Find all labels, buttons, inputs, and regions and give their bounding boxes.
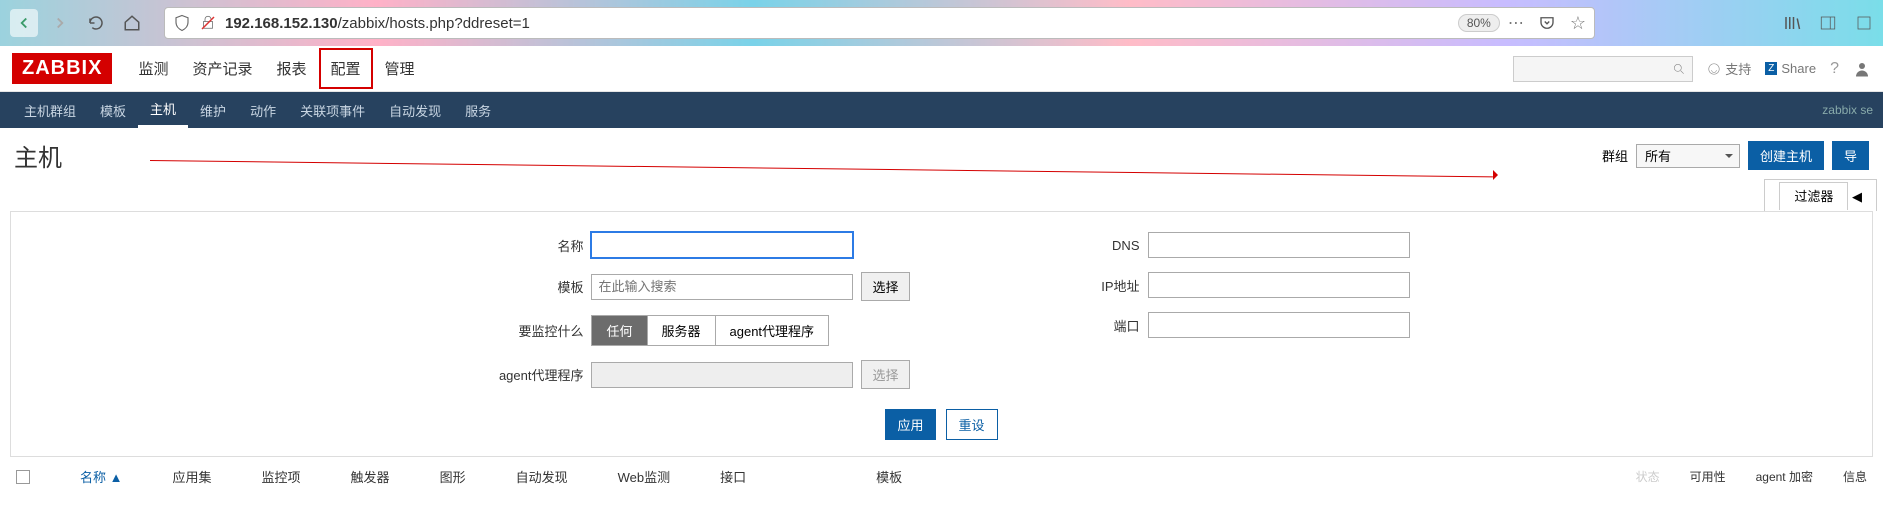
col-info[interactable]: 信息 — [1843, 468, 1867, 485]
reload-button[interactable] — [82, 9, 110, 37]
bookmark-star-icon[interactable]: ☆ — [1570, 13, 1586, 34]
port-input[interactable] — [1148, 312, 1410, 338]
dns-input[interactable] — [1148, 232, 1410, 258]
home-button[interactable] — [118, 9, 146, 37]
table-header: 名称 ▲ 应用集 监控项 触发器 图形 自动发现 Web监测 接口 模板 状态 … — [0, 457, 1883, 490]
monitor-label: 要监控什么 — [473, 321, 583, 340]
import-button[interactable]: 导 — [1832, 141, 1869, 170]
col-encryption[interactable]: agent 加密 — [1756, 468, 1813, 485]
support-link[interactable]: 支持 — [1707, 59, 1751, 78]
subnav-discovery[interactable]: 自动发现 — [377, 92, 453, 128]
reset-button[interactable]: 重设 — [946, 409, 998, 440]
insecure-icon — [199, 14, 217, 32]
library-icon[interactable] — [1783, 14, 1801, 32]
filter-panel: 名称 模板 选择 要监控什么 任何 服务器 agent代理程序 agent代理程… — [10, 211, 1873, 457]
server-name: zabbix se — [1822, 103, 1873, 117]
filter-tab-row: 过滤器 ◀ — [0, 179, 1883, 211]
group-select[interactable]: 所有 — [1636, 144, 1740, 168]
name-label: 名称 — [473, 236, 583, 255]
subnav-actions[interactable]: 动作 — [238, 92, 288, 128]
monitor-segment: 任何 服务器 agent代理程序 — [591, 315, 829, 346]
proxy-input — [591, 362, 853, 388]
col-templates[interactable]: 模板 — [876, 467, 902, 486]
ip-input[interactable] — [1148, 272, 1410, 298]
extensions-icon[interactable] — [1855, 14, 1873, 32]
subnav-hosts[interactable]: 主机 — [138, 92, 188, 128]
user-icon[interactable] — [1853, 60, 1871, 78]
proxy-select-button: 选择 — [861, 360, 909, 389]
col-availability[interactable]: 可用性 — [1690, 468, 1726, 485]
watermark-row: 状态 可用性 agent 加密 信息 — [1636, 468, 1867, 485]
url-text: 192.168.152.130/zabbix/hosts.php?ddreset… — [225, 15, 530, 32]
template-input[interactable] — [591, 274, 853, 300]
filter-toggle[interactable]: 过滤器 ◀ — [1764, 179, 1877, 211]
search-icon — [1672, 62, 1686, 76]
url-bar[interactable]: 192.168.152.130/zabbix/hosts.php?ddreset… — [164, 7, 1595, 39]
apply-button[interactable]: 应用 — [885, 409, 935, 440]
template-select-button[interactable]: 选择 — [861, 272, 909, 301]
header-search[interactable] — [1513, 56, 1693, 82]
col-web[interactable]: Web监测 — [618, 467, 671, 486]
nav-configuration[interactable]: 配置 — [319, 48, 373, 89]
nav-inventory[interactable]: 资产记录 — [180, 48, 264, 89]
forward-button[interactable] — [46, 9, 74, 37]
col-status[interactable]: 状态 — [1636, 468, 1660, 485]
annotation-line — [150, 160, 1493, 177]
name-input[interactable] — [591, 232, 853, 258]
proxy-label: agent代理程序 — [473, 365, 583, 384]
zabbix-header: ZABBIX 监测 资产记录 报表 配置 管理 支持 ZShare ? — [0, 46, 1883, 92]
subnav-maintenance[interactable]: 维护 — [188, 92, 238, 128]
main-nav: 监测 资产记录 报表 配置 管理 — [126, 48, 426, 89]
monitor-proxy[interactable]: agent代理程序 — [716, 316, 829, 345]
share-link[interactable]: ZShare — [1765, 61, 1816, 76]
back-button[interactable] — [10, 9, 38, 37]
subnav-templates[interactable]: 模板 — [88, 92, 138, 128]
template-label: 模板 — [473, 277, 583, 296]
col-interface[interactable]: 接口 — [720, 467, 746, 486]
create-host-button[interactable]: 创建主机 — [1748, 141, 1824, 170]
browser-toolbar: 192.168.152.130/zabbix/hosts.php?ddreset… — [0, 0, 1883, 46]
zabbix-logo[interactable]: ZABBIX — [12, 53, 112, 84]
nav-monitoring[interactable]: 监测 — [126, 48, 180, 89]
monitor-server[interactable]: 服务器 — [648, 316, 716, 345]
monitor-any[interactable]: 任何 — [592, 316, 647, 345]
pocket-icon[interactable] — [1538, 14, 1556, 32]
col-applications[interactable]: 应用集 — [173, 467, 212, 486]
page-header: 主机 群组 所有 创建主机 导 — [0, 128, 1883, 179]
group-label: 群组 — [1602, 146, 1628, 165]
annotation-arrow — [1493, 170, 1503, 180]
sub-nav: 主机群组 模板 主机 维护 动作 关联项事件 自动发现 服务 zabbix se — [0, 92, 1883, 128]
col-triggers[interactable]: 触发器 — [351, 467, 390, 486]
col-graphs[interactable]: 图形 — [440, 467, 466, 486]
select-all-checkbox[interactable] — [16, 470, 30, 484]
nav-reports[interactable]: 报表 — [264, 48, 318, 89]
more-icon[interactable]: ⋯ — [1508, 13, 1524, 33]
subnav-correlation[interactable]: 关联项事件 — [288, 92, 377, 128]
zoom-badge[interactable]: 80% — [1458, 14, 1500, 32]
sidebar-icon[interactable] — [1819, 14, 1837, 32]
port-label: 端口 — [1030, 316, 1140, 335]
subnav-hostgroups[interactable]: 主机群组 — [12, 92, 88, 128]
col-items[interactable]: 监控项 — [262, 467, 301, 486]
ip-label: IP地址 — [1030, 276, 1140, 295]
subnav-services[interactable]: 服务 — [453, 92, 503, 128]
page-title: 主机 — [14, 138, 62, 173]
dns-label: DNS — [1030, 238, 1140, 253]
nav-administration[interactable]: 管理 — [373, 48, 427, 89]
col-name[interactable]: 名称 ▲ — [80, 467, 123, 486]
shield-icon — [173, 14, 191, 32]
help-icon[interactable]: ? — [1830, 60, 1839, 78]
col-discovery[interactable]: 自动发现 — [516, 467, 568, 486]
